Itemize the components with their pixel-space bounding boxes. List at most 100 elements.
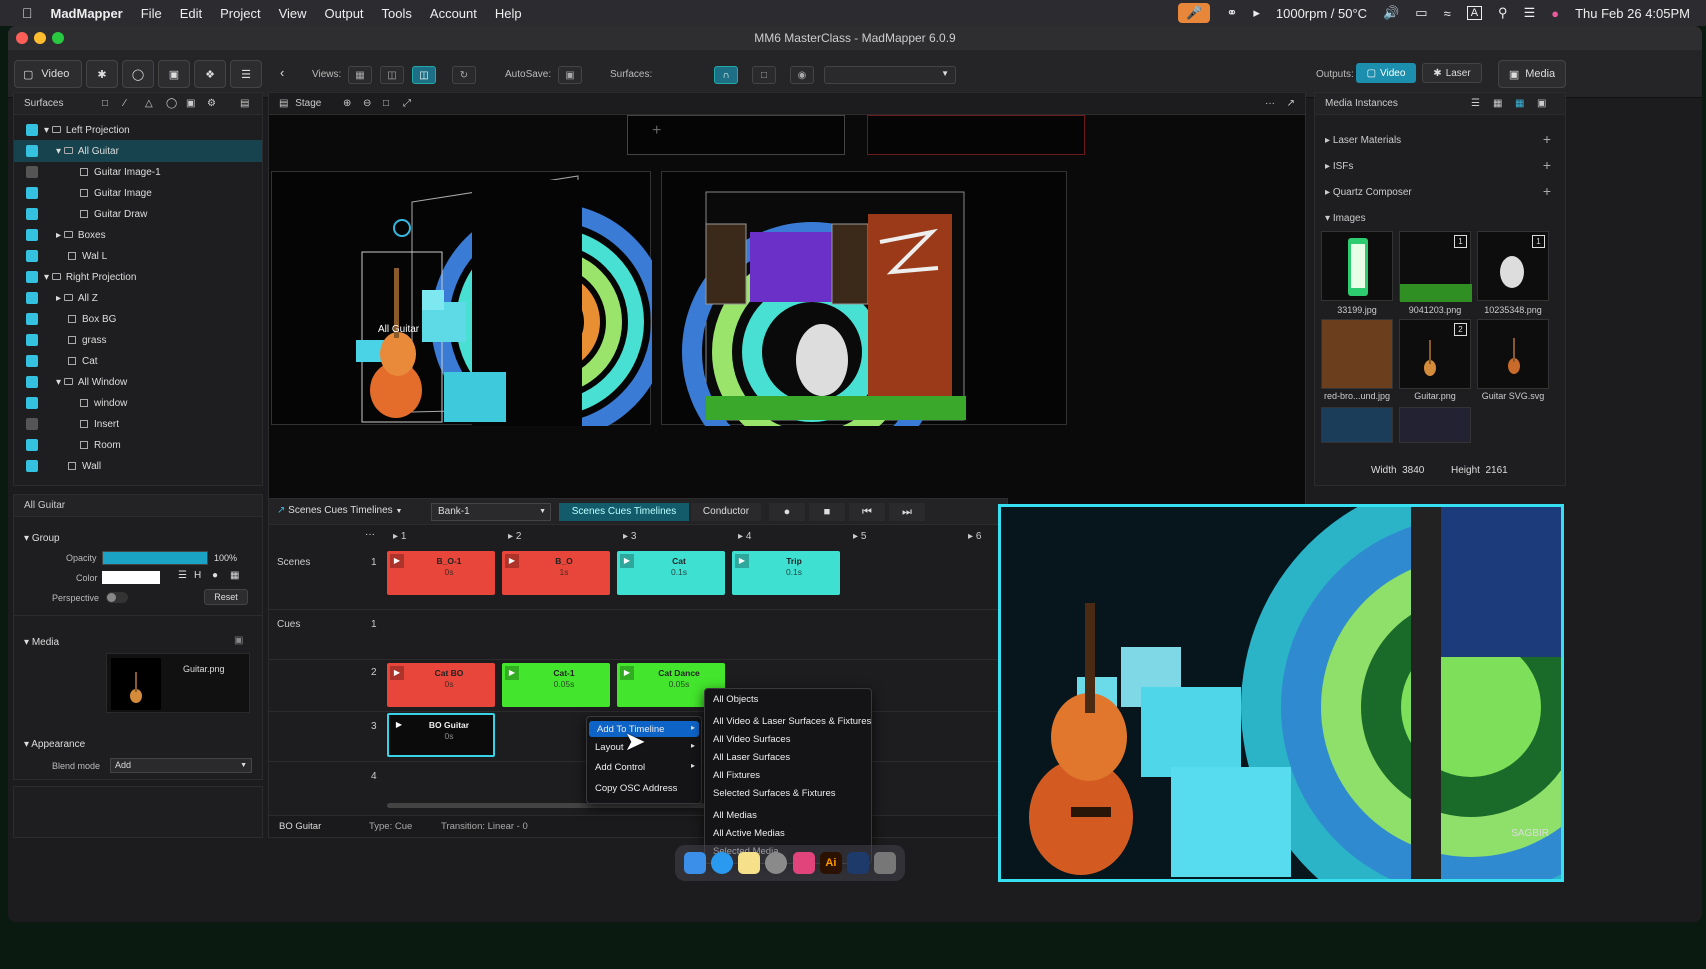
stage-view[interactable]: ▤ Stage ⊕ ⊖ □ ⤢ ··· ↗ + All Guitar xyxy=(268,92,1306,516)
blend-mode-select[interactable]: Add ▼ xyxy=(110,758,252,773)
menubar-clock[interactable]: Thu Feb 26 4:05PM xyxy=(1575,6,1690,21)
minimize-window-button[interactable] xyxy=(34,32,46,44)
menu-item-layout[interactable]: Layout xyxy=(595,742,624,753)
media-thumb[interactable] xyxy=(1321,231,1393,301)
group-section-toggle[interactable]: ▾ Group xyxy=(24,533,60,544)
play-icon[interactable]: ▶ xyxy=(390,666,404,680)
menu-item-copy-osc[interactable]: Copy OSC Address xyxy=(595,783,677,794)
siri-icon[interactable]: ● xyxy=(1551,6,1559,21)
hue-icon[interactable]: H xyxy=(194,570,201,581)
surface-row[interactable]: ▾ Right Projection xyxy=(14,266,262,288)
add-circle-icon[interactable]: ◯ xyxy=(166,93,177,115)
play-icon[interactable]: ▶ xyxy=(620,554,634,568)
column-header[interactable]: ▸ 2 xyxy=(508,531,521,542)
laser-mode-button[interactable]: ✱ xyxy=(86,60,118,88)
menu-app[interactable]: MadMapper xyxy=(51,6,123,21)
tab-conductor[interactable]: Conductor xyxy=(691,503,761,521)
visibility-checkbox[interactable] xyxy=(26,397,38,409)
column-header[interactable]: ▸ 5 xyxy=(853,531,866,542)
madmapper-dock-icon[interactable] xyxy=(847,852,870,874)
submenu-item[interactable]: Selected Surfaces & Fixtures xyxy=(713,788,836,799)
submenu-item[interactable]: All Active Medias xyxy=(713,828,785,839)
add-quad-icon[interactable]: □ xyxy=(102,93,108,115)
media-thumb[interactable] xyxy=(1321,407,1393,443)
media-thumb[interactable] xyxy=(1321,319,1393,389)
surface-row[interactable]: ▾ Left Projection xyxy=(14,119,262,141)
view-split-button[interactable]: ◫ xyxy=(380,66,404,84)
media-options-icon[interactable]: ▣ xyxy=(234,635,243,646)
menu-view[interactable]: View xyxy=(279,6,307,21)
media-section-toggle[interactable]: ▾ Media xyxy=(24,637,59,648)
visibility-checkbox[interactable] xyxy=(26,229,38,241)
notes-dock-icon[interactable] xyxy=(738,852,761,874)
surface-row[interactable]: Wal L xyxy=(14,245,262,267)
input-source-icon[interactable]: A xyxy=(1466,6,1483,20)
play-icon[interactable]: ▶ xyxy=(392,718,406,732)
surface-row[interactable]: Cat xyxy=(14,350,262,372)
media-preview-box[interactable]: Guitar.png xyxy=(106,653,250,713)
surface-row[interactable]: Box BG xyxy=(14,308,262,330)
play-icon[interactable]: ▶ xyxy=(735,554,749,568)
back-chevron-icon[interactable]: ‹ xyxy=(280,65,284,80)
visibility-checkbox[interactable] xyxy=(26,208,38,220)
expand-icon[interactable]: ↗ xyxy=(1287,93,1295,115)
view-single-button[interactable]: ▦ xyxy=(348,66,372,84)
play-icon[interactable]: ▶ xyxy=(620,666,634,680)
grid-small-icon[interactable]: ▦ xyxy=(1493,93,1502,115)
media-thumb[interactable]: 2 xyxy=(1399,319,1471,389)
scene-cell[interactable]: ▶ B_O-1 0s xyxy=(387,551,495,595)
fit-frame-icon[interactable]: □ xyxy=(383,93,389,115)
surfaces-dropdown[interactable]: ▼ xyxy=(824,66,956,84)
add-mesh-icon[interactable]: ▣ xyxy=(186,93,195,115)
target-button[interactable]: ◉ xyxy=(790,66,814,84)
opacity-value[interactable]: 100% xyxy=(214,553,237,563)
section-images[interactable]: ▾ Images xyxy=(1325,213,1366,224)
media-thumb[interactable] xyxy=(1477,319,1549,389)
settings-sliders-button[interactable]: ☰ xyxy=(230,60,262,88)
left-projection-canvas[interactable]: All Guitar xyxy=(271,171,669,441)
more-options-icon[interactable]: ··· xyxy=(1265,93,1275,115)
visibility-checkbox[interactable] xyxy=(26,460,38,472)
visibility-checkbox[interactable] xyxy=(26,313,38,325)
section-laser-materials[interactable]: ▸ Laser Materials xyxy=(1325,135,1401,146)
visibility-checkbox[interactable] xyxy=(26,166,38,178)
fixture-mode-button[interactable]: ◯ xyxy=(122,60,154,88)
visibility-checkbox[interactable] xyxy=(26,145,38,157)
opacity-slider[interactable] xyxy=(102,551,208,565)
zoom-window-button[interactable] xyxy=(52,32,64,44)
video-mode-button[interactable]: ▢ Video xyxy=(14,60,82,88)
creative-cloud-dock-icon[interactable] xyxy=(792,852,815,874)
play-icon[interactable]: ▶ xyxy=(505,554,519,568)
play-icon[interactable]: ▶ xyxy=(505,666,519,680)
microphone-icon[interactable]: 🎤 xyxy=(1178,3,1211,23)
view-stage-button[interactable]: ◫ xyxy=(412,66,436,84)
output-video-toggle[interactable]: ▢ Video xyxy=(1356,63,1416,83)
list-view-icon[interactable]: ☰ xyxy=(1471,93,1480,115)
column-header[interactable]: ▸ 6 xyxy=(968,531,981,542)
expand-chevron-icon[interactable]: ▾ xyxy=(56,146,61,157)
surface-row[interactable]: Wall xyxy=(14,455,262,477)
column-options-icon[interactable]: ··· xyxy=(365,529,375,540)
magnet-snap-button[interactable]: ∩ xyxy=(714,66,738,84)
right-projection-canvas[interactable] xyxy=(661,171,1067,482)
safari-dock-icon[interactable] xyxy=(710,852,733,874)
add-line-icon[interactable]: ∕ xyxy=(124,93,126,115)
output-laser-toggle[interactable]: ✱ Laser xyxy=(1422,63,1482,83)
reset-button[interactable]: Reset xyxy=(204,589,248,605)
stage-tab-label[interactable]: Stage xyxy=(295,98,321,109)
finder-dock-icon[interactable] xyxy=(683,852,706,874)
add-isf-icon[interactable]: + xyxy=(1543,157,1551,173)
surface-row[interactable]: ▸ Boxes xyxy=(14,224,262,246)
scene-cell[interactable]: ▶ Trip 0.1s xyxy=(732,551,840,595)
column-header[interactable]: ▸ 3 xyxy=(623,531,636,542)
surface-row[interactable]: Room xyxy=(14,434,262,456)
bank-select[interactable]: Bank-1 ▼ xyxy=(431,503,551,521)
settings-dock-icon[interactable] xyxy=(765,852,788,874)
add-quartz-icon[interactable]: + xyxy=(1543,183,1551,199)
expand-chevron-icon[interactable]: ▾ xyxy=(44,125,49,136)
selected-cue-cell[interactable]: ▶ BO Guitar 0s xyxy=(387,713,495,757)
volume-icon[interactable]: 🔊 xyxy=(1383,5,1399,21)
apple-icon[interactable]:  xyxy=(22,5,33,21)
color-wheel-icon[interactable]: ● xyxy=(212,570,218,581)
transform-button[interactable]: □ xyxy=(752,66,776,84)
